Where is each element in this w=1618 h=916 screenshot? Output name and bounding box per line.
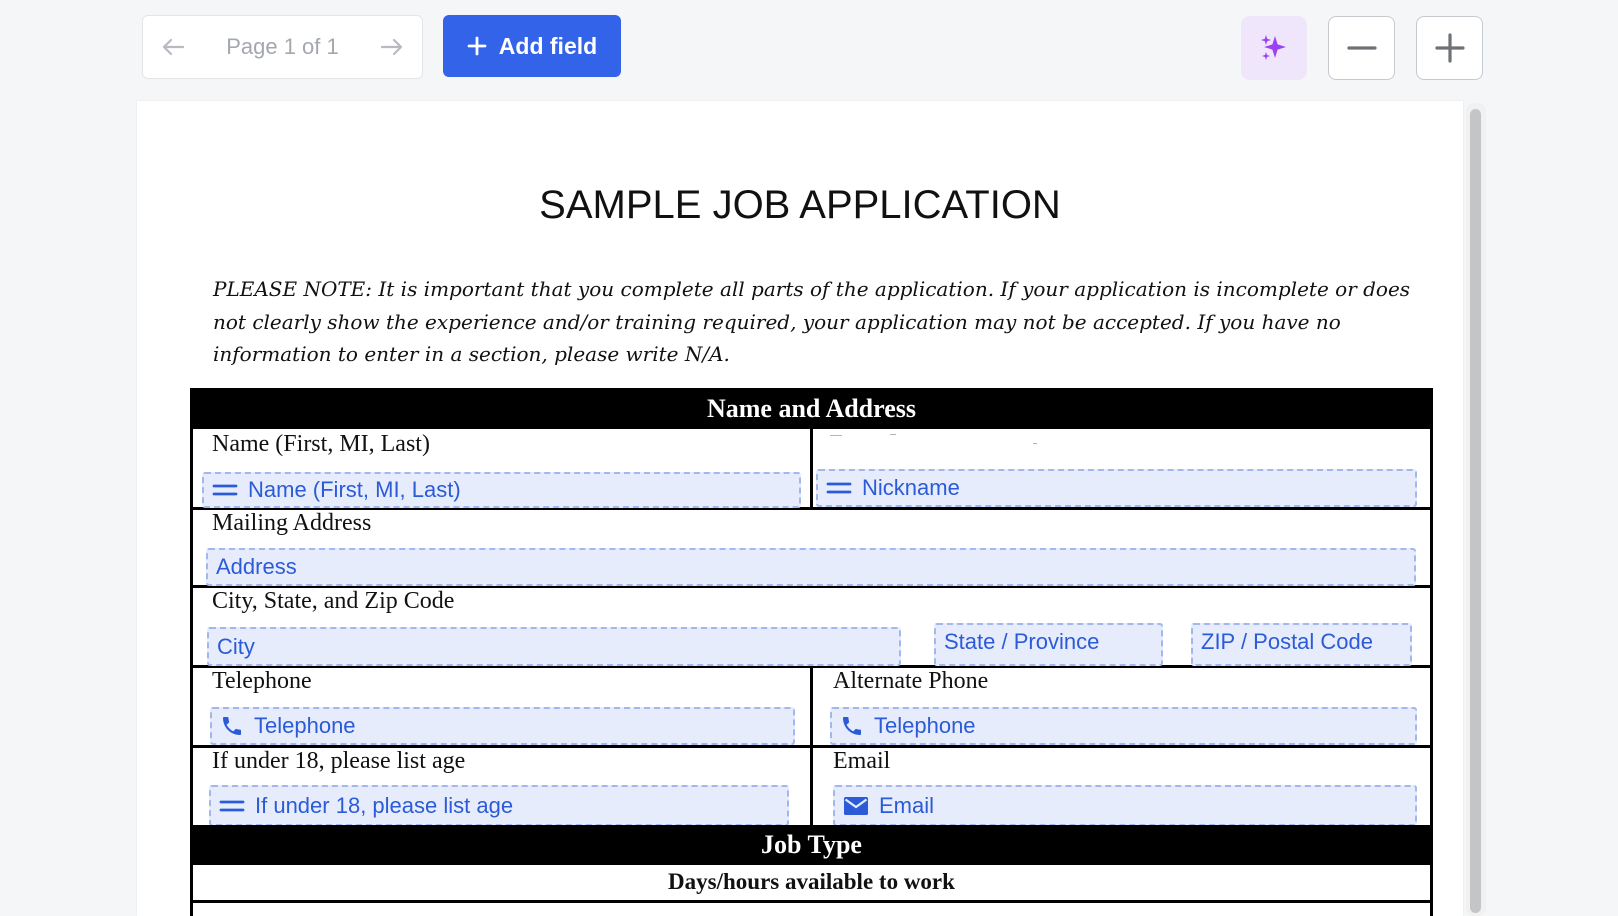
address-field-label: Address: [216, 554, 297, 579]
alternate-phone-field[interactable]: Telephone: [830, 707, 1417, 745]
address-field[interactable]: Address: [206, 548, 1416, 586]
label-telephone: Telephone: [212, 668, 312, 694]
zip-field-label: ZIP / Postal Code: [1201, 629, 1374, 654]
label-alternate-phone: Alternate Phone: [833, 668, 989, 694]
arrow-right-icon: [381, 38, 403, 56]
email-field-label: Email: [879, 792, 935, 818]
label-email: Email: [833, 748, 891, 774]
text-lines-icon: [212, 484, 238, 496]
sparkles-icon: [1261, 35, 1286, 60]
next-page-button[interactable]: [362, 16, 422, 78]
nickname-field-label: Nickname: [862, 475, 960, 500]
alternate-phone-field-label: Telephone: [874, 713, 976, 738]
document-page: SAMPLE JOB APPLICATION PLEASE NOTE: It i…: [137, 101, 1463, 916]
under-18-field-label: If under 18, please list age: [255, 792, 514, 818]
row-divider: [190, 900, 1433, 903]
arrow-left-icon: [162, 38, 184, 56]
zoom-out-button[interactable]: [1328, 16, 1395, 80]
plus-icon: [1434, 33, 1465, 63]
column-divider: [810, 429, 813, 507]
city-field[interactable]: City: [207, 627, 901, 666]
table-border-left: [190, 429, 193, 861]
table-border-right: [1430, 429, 1433, 861]
email-field[interactable]: Email: [833, 785, 1417, 826]
text-lines-icon: [826, 482, 852, 494]
envelope-icon: [844, 796, 868, 815]
under-18-age-field[interactable]: If under 18, please list age: [209, 785, 789, 826]
name-field-label: Name (First, MI, Last): [248, 477, 461, 502]
name-field[interactable]: Name (First, MI, Last): [202, 472, 801, 508]
label-city-state-zip: City, State, and Zip Code: [212, 588, 455, 614]
scrollbar-thumb[interactable]: [1470, 109, 1481, 913]
zip-field[interactable]: ZIP / Postal Code: [1191, 623, 1412, 666]
state-field[interactable]: State / Province: [934, 623, 1163, 666]
label-mailing-address: Mailing Address: [212, 510, 372, 536]
label-name: Name (First, MI, Last): [212, 431, 430, 457]
faint-mark: [1033, 443, 1037, 444]
plus-icon: [467, 36, 487, 56]
add-field-label: Add field: [498, 32, 598, 59]
text-lines-icon: [219, 800, 245, 811]
state-field-label: State / Province: [944, 629, 1100, 654]
days-hours-heading: Days/hours available to work: [668, 869, 955, 894]
application-note: PLEASE NOTE: It is important that you co…: [213, 277, 1411, 366]
faint-mark: [830, 435, 842, 436]
label-under-18: If under 18, please list age: [212, 748, 466, 774]
nickname-field[interactable]: Nickname: [816, 469, 1417, 507]
add-field-button[interactable]: Add field: [443, 15, 621, 77]
page-indicator: Page 1 of 1: [226, 34, 339, 59]
telephone-field[interactable]: Telephone: [210, 707, 795, 745]
prev-page-button[interactable]: [143, 16, 203, 78]
document-title: SAMPLE JOB APPLICATION: [539, 183, 1061, 227]
vertical-scrollbar[interactable]: [1466, 103, 1486, 916]
city-field-label: City: [217, 633, 255, 659]
minus-icon: [1346, 46, 1377, 50]
phone-icon: [843, 717, 861, 735]
telephone-field-label: Telephone: [254, 713, 356, 738]
ai-assist-button[interactable]: [1241, 16, 1307, 80]
faint-mark: [890, 434, 896, 435]
application-form: Name and Address Name (First, MI, Last) …: [190, 388, 1433, 916]
page-navigator: Page 1 of 1: [142, 15, 423, 79]
column-divider: [810, 665, 813, 825]
zoom-in-button[interactable]: [1416, 16, 1483, 80]
section-header-job-type: Job Type: [190, 825, 1433, 865]
phone-icon: [223, 717, 241, 735]
section-header-name-address: Name and Address: [190, 388, 1433, 429]
